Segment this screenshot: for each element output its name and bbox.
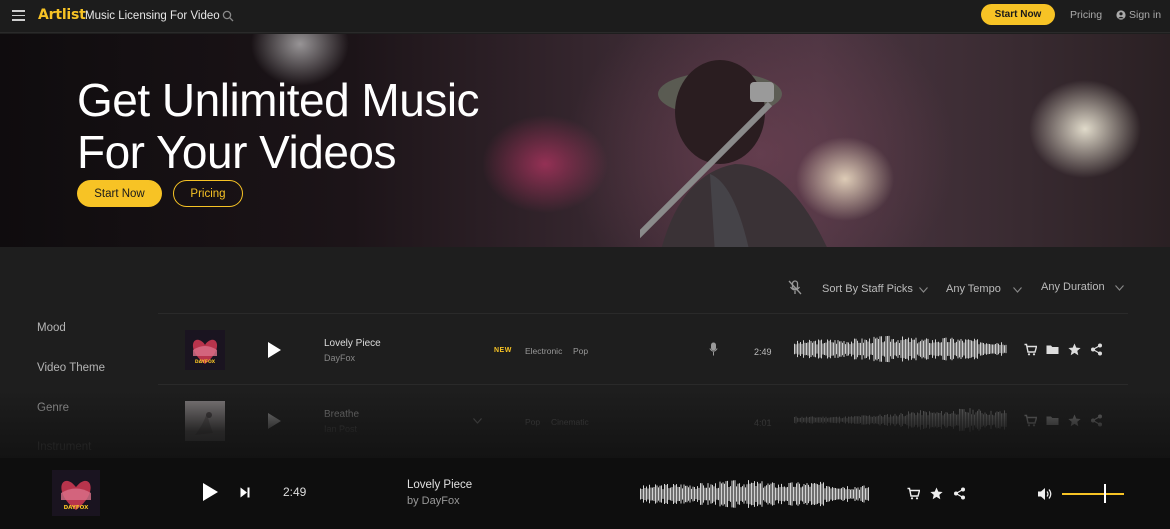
start-now-button[interactable]: Start Now: [981, 4, 1055, 25]
next-icon[interactable]: [240, 487, 250, 498]
hero-start-now-button[interactable]: Start Now: [77, 180, 162, 207]
tempo-dropdown[interactable]: Any Tempo: [946, 283, 1001, 295]
sort-dropdown[interactable]: Sort By Staff Picks: [822, 283, 913, 295]
share-icon[interactable]: [953, 487, 966, 500]
sidebar-item-instrument[interactable]: Instrument: [37, 441, 91, 453]
track-duration: 2:49: [754, 347, 772, 357]
track-artist[interactable]: DayFox: [324, 353, 355, 363]
star-icon[interactable]: [1068, 343, 1081, 356]
play-icon[interactable]: [268, 413, 281, 429]
genre-tag[interactable]: Cinematic: [551, 417, 589, 427]
player-album-art[interactable]: DAYFOX: [52, 470, 100, 516]
volume-icon[interactable]: [1037, 487, 1053, 501]
hero-title: Get Unlimited Music For Your Videos: [77, 74, 480, 178]
album-art[interactable]: DAYFOX: [185, 330, 225, 370]
chevron-down-icon[interactable]: [473, 418, 482, 424]
album-art-text: DAYFOX: [195, 359, 216, 365]
genre-tag[interactable]: Pop: [525, 417, 540, 427]
chevron-down-icon[interactable]: [1115, 285, 1124, 291]
share-icon[interactable]: [1090, 414, 1103, 427]
player-bar: DAYFOX 2:49 Lovely Piece by DayFox: [0, 458, 1170, 529]
filter-bar: Sort By Staff Picks Any Tempo Any Durati…: [0, 279, 1170, 299]
cart-icon[interactable]: [907, 487, 921, 500]
hero-banner: Get Unlimited Music For Your Videos Star…: [0, 34, 1170, 247]
player-track-title[interactable]: Lovely Piece: [407, 479, 472, 491]
mic-icon: [709, 342, 718, 356]
site-title: Music Licensing For Video: [85, 10, 220, 22]
hero-title-line1: Get Unlimited Music: [77, 74, 480, 126]
top-nav: Artlist Music Licensing For Video Start …: [0, 0, 1170, 33]
star-icon[interactable]: [930, 487, 943, 500]
track-row[interactable]: Breathe Ian Post Pop Cinematic 4:01: [158, 384, 1128, 455]
track-duration: 4:01: [754, 418, 772, 428]
genre-tag[interactable]: Pop: [573, 346, 588, 356]
sidebar-item-mood[interactable]: Mood: [37, 322, 66, 334]
folder-icon[interactable]: [1046, 414, 1059, 427]
duration-dropdown[interactable]: Any Duration: [1041, 281, 1105, 293]
album-art[interactable]: [185, 401, 225, 441]
search-icon[interactable]: [222, 10, 234, 22]
cart-icon[interactable]: [1024, 343, 1038, 356]
hero-singer-image: [640, 60, 827, 247]
hero-pricing-button[interactable]: Pricing: [173, 180, 243, 207]
play-icon[interactable]: [203, 483, 218, 501]
cart-icon[interactable]: [1024, 414, 1038, 427]
track-title[interactable]: Breathe: [324, 409, 359, 420]
waveform[interactable]: [794, 334, 1008, 364]
hero-title-line2: For Your Videos: [77, 126, 397, 178]
genre-tag[interactable]: Electronic: [525, 346, 562, 356]
chevron-down-icon[interactable]: [919, 287, 928, 293]
chevron-down-icon[interactable]: [1013, 287, 1022, 293]
player-album-art-text: DAYFOX: [64, 505, 90, 511]
sign-in-label: Sign in: [1129, 9, 1162, 21]
new-badge: NEW: [494, 347, 512, 354]
user-icon: [1116, 10, 1126, 20]
sidebar-item-video-theme[interactable]: Video Theme: [37, 362, 105, 374]
player-track-artist[interactable]: by DayFox: [407, 495, 460, 507]
logo[interactable]: Artlist: [38, 7, 86, 23]
track-artist[interactable]: Ian Post: [324, 424, 357, 434]
volume-slider[interactable]: [1062, 493, 1124, 495]
pricing-link[interactable]: Pricing: [1070, 9, 1102, 21]
volume-slider-handle[interactable]: [1104, 484, 1107, 503]
track-title[interactable]: Lovely Piece: [324, 338, 381, 349]
waveform[interactable]: [794, 405, 1008, 435]
sidebar-item-genre[interactable]: Genre: [37, 402, 69, 414]
mic-off-icon[interactable]: [788, 280, 802, 296]
share-icon[interactable]: [1090, 343, 1103, 356]
player-waveform[interactable]: [640, 478, 870, 510]
menu-icon[interactable]: [12, 10, 25, 21]
play-icon[interactable]: [268, 342, 281, 358]
sign-in-link[interactable]: Sign in: [1116, 9, 1161, 21]
star-icon[interactable]: [1068, 414, 1081, 427]
track-row[interactable]: DAYFOX Lovely Piece DayFox NEW Electroni…: [158, 313, 1128, 384]
player-time: 2:49: [283, 485, 307, 499]
folder-icon[interactable]: [1046, 343, 1059, 356]
